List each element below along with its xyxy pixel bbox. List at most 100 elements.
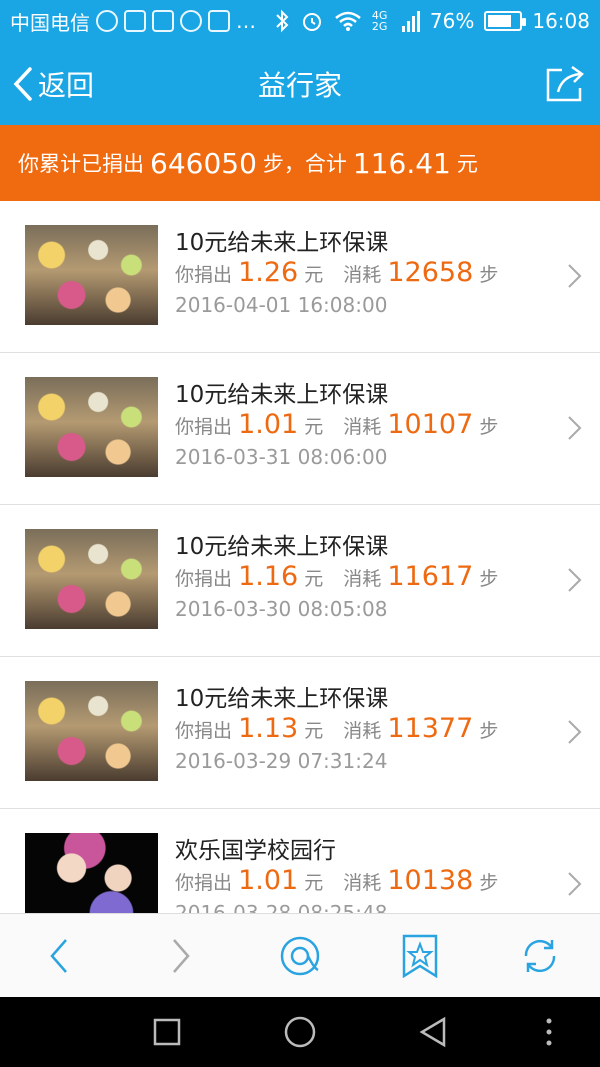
project-title: 10元给未来上环保课 [175,230,389,256]
home-circle-icon [284,1016,316,1048]
currency-unit: 元 [304,720,324,742]
donated-amount: 1.01 [238,865,299,896]
donation-date: 2016-03-28 08:25:48 [175,901,388,913]
toolbar-qzone-button[interactable] [278,934,322,978]
app-icon [180,10,202,32]
project-title: 10元给未来上环保课 [175,686,389,712]
donate-label: 你捐出 [175,872,233,894]
battery-icon [484,11,527,31]
donation-list-item[interactable]: 10元给未来上环保课 你捐出 1.16 元 消耗 11617 步 2016-03… [0,505,600,657]
system-back-button[interactable] [416,1015,450,1049]
forward-icon [173,939,190,973]
consume-label: 消耗 [343,568,382,590]
refresh-icon [524,939,556,973]
donation-date: 2016-03-29 07:31:24 [175,749,388,773]
chevron-right-icon [568,568,582,592]
summary-amount: 116.41 [352,146,451,180]
notification-icon [96,10,118,32]
qzone-icon [280,936,320,976]
step-unit: 步 [479,416,499,438]
status-bar-left: 中国电信 … [10,7,274,36]
currency-unit: 元 [304,416,324,438]
summary-steps-unit: 步，合计 [262,152,347,176]
currency-unit: 元 [304,872,324,894]
donation-date: 2016-03-31 08:06:00 [175,445,388,469]
consumed-steps: 10107 [387,409,474,440]
donated-amount: 1.16 [238,561,299,592]
chevron-right-icon [568,264,582,288]
carrier-name: 中国电信 [10,10,90,35]
donation-details: 你捐出 1.01 元 消耗 10107 步 [175,409,498,440]
gallery-icon [124,10,146,32]
summary-amount-unit: 元 [456,152,478,176]
project-thumbnail [25,681,158,781]
step-unit: 步 [479,872,499,894]
system-navigation-bar [0,997,600,1067]
navigation-bar: 返回 益行家 [0,42,600,125]
donated-amount: 1.01 [238,409,299,440]
step-unit: 步 [479,568,499,590]
project-title: 欢乐国学校园行 [175,838,336,864]
donate-label: 你捐出 [175,720,233,742]
currency-unit: 元 [304,568,324,590]
status-bar-right: 4G 2G 76% 16:08 [274,9,590,33]
home-button[interactable] [283,1015,317,1049]
share-button[interactable] [544,64,586,104]
step-unit: 步 [479,264,499,286]
chevron-right-icon [568,416,582,440]
consume-label: 消耗 [343,264,382,286]
back-icon [50,939,67,973]
donated-amount: 1.13 [238,713,299,744]
phone-manager-icon [208,10,230,32]
toolbar-forward-button[interactable] [158,934,202,978]
chevron-right-icon [568,872,582,896]
consumed-steps: 11377 [387,713,474,744]
share-icon [546,65,584,102]
system-menu-button[interactable] [532,1015,566,1049]
donate-label: 你捐出 [175,264,233,286]
status-bar: 中国电信 … 4G 2G 76% 16:08 [0,0,600,42]
more-notifications: … [236,9,257,33]
clock: 16:08 [532,9,590,33]
alarm-icon [302,13,321,31]
chevron-right-icon [568,720,582,744]
project-thumbnail [25,833,158,913]
donation-date: 2016-04-01 16:08:00 [175,293,388,317]
browser-toolbar [0,913,600,997]
donate-label: 你捐出 [175,416,233,438]
consumed-steps: 11617 [387,561,474,592]
donation-date: 2016-03-30 08:05:08 [175,597,388,621]
recents-button[interactable] [150,1015,184,1049]
consume-label: 消耗 [343,872,382,894]
recents-square-icon [153,1018,181,1046]
summary-steps: 646050 [150,146,257,180]
consume-label: 消耗 [343,720,382,742]
donation-summary-banner: 你累计已捐出 646050 步，合计 116.41 元 [0,125,600,201]
donation-list-item[interactable]: 欢乐国学校园行 你捐出 1.01 元 消耗 10138 步 2016-03-28… [0,809,600,913]
donation-list-item[interactable]: 10元给未来上环保课 你捐出 1.01 元 消耗 10107 步 2016-03… [0,353,600,505]
currency-unit: 元 [304,264,324,286]
consumed-steps: 10138 [387,865,474,896]
project-title: 10元给未来上环保课 [175,382,389,408]
donation-details: 你捐出 1.26 元 消耗 12658 步 [175,257,498,288]
project-thumbnail [25,377,158,477]
step-unit: 步 [479,720,499,742]
project-title: 10元给未来上环保课 [175,534,389,560]
project-thumbnail [25,225,158,325]
signal-icon [401,11,420,32]
donation-details: 你捐出 1.01 元 消耗 10138 步 [175,865,498,896]
donation-list: 10元给未来上环保课 你捐出 1.26 元 消耗 12658 步 2016-04… [0,201,600,913]
donation-list-item[interactable]: 10元给未来上环保课 你捐出 1.26 元 消耗 12658 步 2016-04… [0,201,600,353]
donation-details: 你捐出 1.13 元 消耗 11377 步 [175,713,498,744]
project-thumbnail [25,529,158,629]
back-triangle-icon [419,1016,446,1048]
toolbar-back-button[interactable] [38,934,82,978]
bluetooth-icon [276,9,289,33]
menu-dots-icon [546,1018,552,1046]
consumed-steps: 12658 [387,257,474,288]
donation-list-item[interactable]: 10元给未来上环保课 你捐出 1.13 元 消耗 11377 步 2016-03… [0,657,600,809]
wifi-icon [335,11,361,31]
donate-label: 你捐出 [175,568,233,590]
toolbar-bookmark-button[interactable] [398,934,442,979]
toolbar-refresh-button[interactable] [518,934,562,978]
